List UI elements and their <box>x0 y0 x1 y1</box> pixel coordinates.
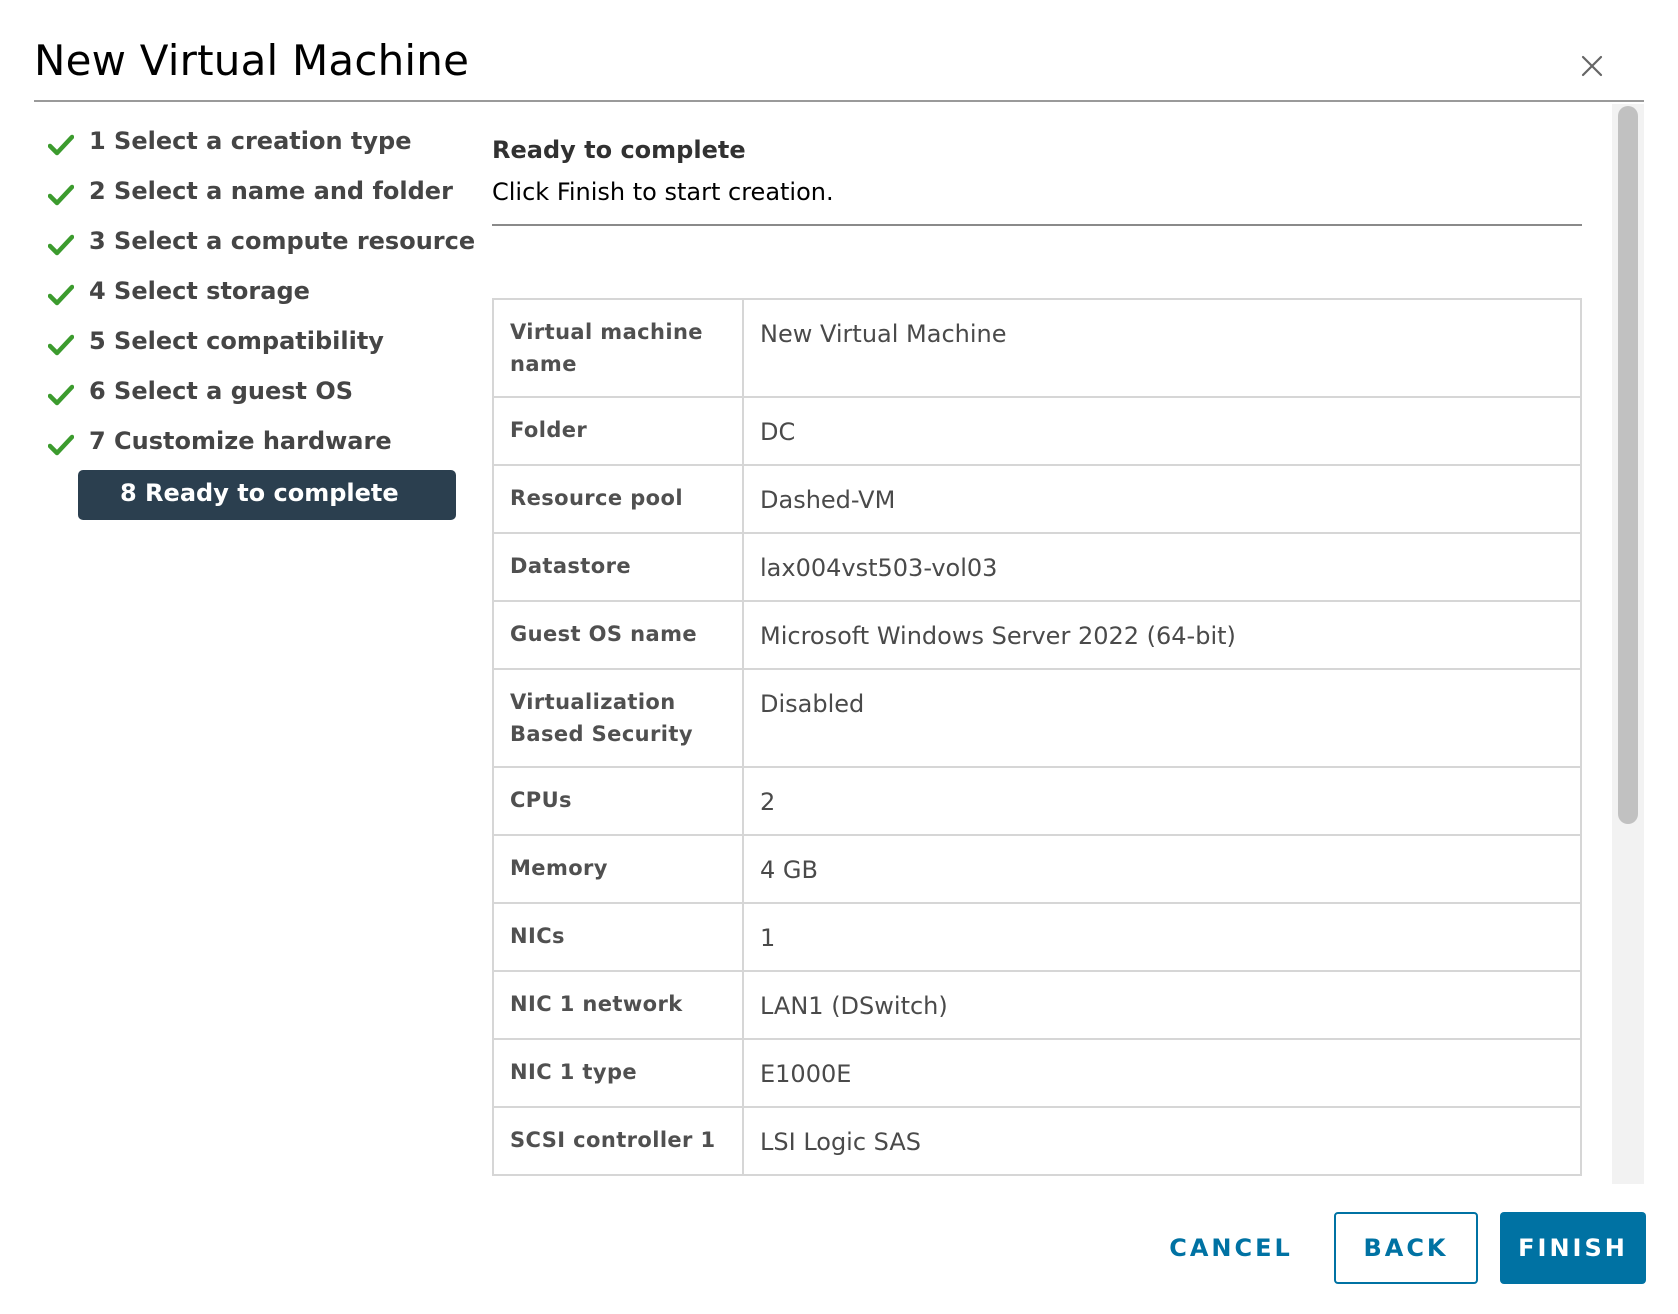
row-key: NICs <box>492 902 744 972</box>
summary-heading: Ready to complete <box>492 136 746 164</box>
cancel-button[interactable]: CANCEL <box>1148 1212 1314 1284</box>
step-customize-hardware[interactable]: 7 Customize hardware <box>48 420 458 470</box>
row-key: NIC 1 network <box>492 970 744 1040</box>
new-vm-dialog: New Virtual Machine 1 Select a creation … <box>0 0 1678 1314</box>
step-label: 5 Select compatibility <box>89 327 384 355</box>
row-key: Guest OS name <box>492 600 744 670</box>
back-button[interactable]: BACK <box>1334 1212 1478 1284</box>
step-label: 4 Select storage <box>89 277 310 305</box>
dialog-title: New Virtual Machine <box>34 36 470 85</box>
table-row: Virtualization Based Security Disabled <box>492 668 1582 768</box>
step-select-guest-os[interactable]: 6 Select a guest OS <box>48 370 458 420</box>
step-ready-to-complete[interactable]: 8 Ready to complete <box>48 470 458 520</box>
check-icon <box>48 434 74 456</box>
check-icon <box>48 234 74 256</box>
row-value: LSI Logic SAS <box>742 1106 1582 1176</box>
table-row: NIC 1 network LAN1 (DSwitch) <box>492 970 1582 1040</box>
step-label: 7 Customize hardware <box>89 427 392 455</box>
row-key: CPUs <box>492 766 744 836</box>
row-key: Folder <box>492 396 744 466</box>
row-key: Memory <box>492 834 744 904</box>
summary-panel: Ready to complete Click Finish to start … <box>492 108 1582 1184</box>
row-key: Virtual machine name <box>492 298 744 398</box>
table-row: SCSI controller 1 LSI Logic SAS <box>492 1106 1582 1176</box>
check-icon <box>48 134 74 156</box>
table-row: NICs 1 <box>492 902 1582 972</box>
row-value: 1 <box>742 902 1582 972</box>
check-icon <box>48 184 74 206</box>
row-value: Disabled <box>742 668 1582 768</box>
table-row: CPUs 2 <box>492 766 1582 836</box>
row-value: lax004vst503-vol03 <box>742 532 1582 602</box>
row-value: 2 <box>742 766 1582 836</box>
wizard-steps: 1 Select a creation type 2 Select a name… <box>48 120 475 520</box>
close-icon <box>1581 55 1603 77</box>
check-icon <box>48 334 74 356</box>
table-row: Folder DC <box>492 396 1582 466</box>
scrollbar-thumb[interactable] <box>1618 106 1638 824</box>
row-key: Datastore <box>492 532 744 602</box>
finish-button[interactable]: FINISH <box>1500 1212 1646 1284</box>
step-label: 3 Select a compute resource <box>89 227 476 255</box>
step-select-compute-resource[interactable]: 3 Select a compute resource <box>48 220 475 270</box>
step-label: 6 Select a guest OS <box>89 377 354 405</box>
step-select-creation-type[interactable]: 1 Select a creation type <box>48 120 458 170</box>
row-value: LAN1 (DSwitch) <box>742 970 1582 1040</box>
table-row: Resource pool Dashed-VM <box>492 464 1582 534</box>
step-select-storage[interactable]: 4 Select storage <box>48 270 458 320</box>
row-key: Resource pool <box>492 464 744 534</box>
step-label: 8 Ready to complete <box>120 479 399 507</box>
row-key: SCSI controller 1 <box>492 1106 744 1176</box>
summary-table: Virtual machine name New Virtual Machine… <box>492 298 1582 1176</box>
check-icon <box>48 284 74 306</box>
step-label: 1 Select a creation type <box>89 127 412 155</box>
row-value: Dashed-VM <box>742 464 1582 534</box>
row-value: DC <box>742 396 1582 466</box>
row-value: E1000E <box>742 1038 1582 1108</box>
close-button[interactable] <box>1578 52 1606 80</box>
step-select-name-folder[interactable]: 2 Select a name and folder <box>48 170 458 220</box>
table-row: Guest OS name Microsoft Windows Server 2… <box>492 600 1582 670</box>
step-label: 2 Select a name and folder <box>89 177 453 205</box>
check-icon <box>48 384 74 406</box>
step-select-compatibility[interactable]: 5 Select compatibility <box>48 320 458 370</box>
table-row: Memory 4 GB <box>492 834 1582 904</box>
summary-subheading: Click Finish to start creation. <box>492 178 834 206</box>
row-key: NIC 1 type <box>492 1038 744 1108</box>
row-value: Microsoft Windows Server 2022 (64-bit) <box>742 600 1582 670</box>
summary-divider <box>492 224 1582 226</box>
title-divider <box>34 100 1644 102</box>
active-step-highlight: 8 Ready to complete <box>78 470 456 520</box>
table-row: Datastore lax004vst503-vol03 <box>492 532 1582 602</box>
row-key: Virtualization Based Security <box>492 668 744 768</box>
table-row: Virtual machine name New Virtual Machine <box>492 298 1582 398</box>
row-value: New Virtual Machine <box>742 298 1582 398</box>
table-row: NIC 1 type E1000E <box>492 1038 1582 1108</box>
row-value: 4 GB <box>742 834 1582 904</box>
